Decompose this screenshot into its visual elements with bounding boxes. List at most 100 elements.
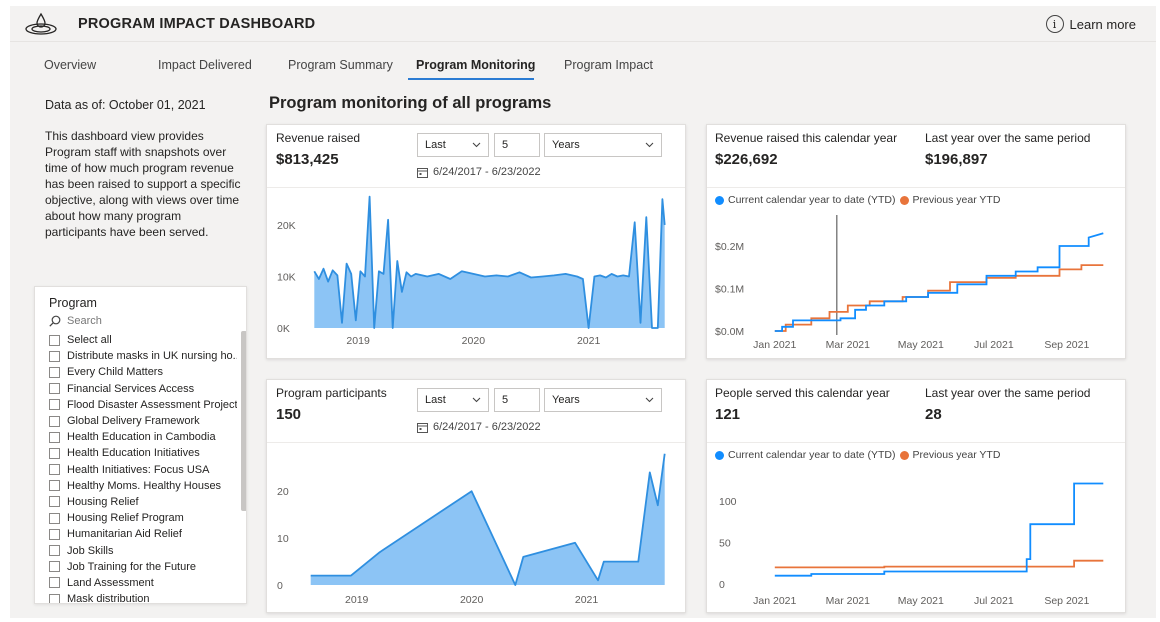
- chevron-down-icon: [472, 397, 481, 403]
- slicer-item-label: Every Child Matters: [67, 366, 163, 379]
- learn-more-label: Learn more: [1069, 16, 1136, 32]
- slicer-item[interactable]: Job Skills: [49, 542, 237, 558]
- checkbox[interactable]: [49, 334, 60, 346]
- slicer-item[interactable]: Humanitarian Aid Relief: [49, 526, 237, 542]
- revenue-prev-label: Last year over the same period: [925, 131, 1091, 145]
- people-ytd-card: People served this calendar year 121 Las…: [706, 379, 1126, 613]
- data-as-of: Data as of: October 01, 2021: [45, 98, 206, 112]
- slicer-item[interactable]: Every Child Matters: [49, 364, 237, 380]
- search-placeholder: Search: [67, 315, 102, 327]
- app-window: PROGRAM IMPACT DASHBOARD i Learn more Ov…: [10, 6, 1156, 618]
- y-tick-label: $0.1M: [715, 284, 744, 296]
- learn-more-button[interactable]: i Learn more: [1045, 13, 1136, 35]
- legend-current-marker: [715, 450, 724, 460]
- checkbox[interactable]: [49, 464, 60, 476]
- slicer-item-label: Healthy Moms. Healthy Houses: [67, 479, 222, 492]
- legend-current-label: Current calendar year to date (YTD): [728, 194, 896, 206]
- x-tick-label: Jul 2021: [974, 339, 1014, 351]
- checkbox[interactable]: [49, 350, 60, 362]
- slicer-list: Select all Distribute masks in UK nursing…: [49, 332, 237, 604]
- slicer-item[interactable]: Distribute masks in UK nursing ho...: [49, 348, 237, 364]
- slicer-scrollbar[interactable]: [241, 331, 246, 511]
- period-count-input[interactable]: 5: [494, 133, 540, 157]
- tab-impact-delivered[interactable]: Impact Delivered: [158, 58, 252, 72]
- revenue-ytd-line-chart: $0.0M $0.1M $0.2M Jan 2021 Mar 2021 May 2021 J…: [715, 215, 1104, 351]
- revenue-ytd-card: Revenue raised this calendar year $226,6…: [706, 124, 1126, 359]
- revenue-value: $813,425: [276, 151, 339, 168]
- date-range-text: 6/24/2017 - 6/23/2022: [433, 166, 541, 178]
- date-range: 6/24/2017 - 6/23/2022: [417, 166, 541, 178]
- checkbox[interactable]: [49, 593, 60, 603]
- chart-legend: Current calendar year to date (YTD) Prev…: [715, 449, 1000, 461]
- info-icon: i: [1045, 15, 1064, 33]
- period-unit-dropdown[interactable]: Years: [544, 388, 662, 412]
- period-mode-value: Last: [425, 394, 446, 406]
- slicer-item-label: Mask distribution: [67, 593, 150, 604]
- checkbox[interactable]: [49, 561, 60, 573]
- tab-overview[interactable]: Overview: [44, 58, 96, 72]
- checkbox[interactable]: [49, 512, 60, 524]
- checkbox[interactable]: [49, 480, 60, 492]
- tab-program-monitoring[interactable]: Program Monitoring: [416, 58, 535, 72]
- participants-label: Program participants: [276, 386, 387, 400]
- people-ytd-label: People served this calendar year: [715, 386, 890, 400]
- series-line: [774, 559, 1104, 569]
- people-prev-label: Last year over the same period: [925, 386, 1091, 400]
- legend-previous-marker: [899, 195, 909, 205]
- slicer-item-label: Global Delivery Framework: [67, 415, 200, 428]
- tab-program-impact[interactable]: Program Impact: [564, 58, 653, 72]
- y-tick-label: $0.2M: [715, 241, 744, 253]
- slicer-item[interactable]: Global Delivery Framework: [49, 413, 237, 429]
- revenue-ytd-value: $226,692: [715, 151, 778, 168]
- period-mode-value: Last: [425, 139, 446, 151]
- y-tick-label: 10K: [277, 271, 296, 283]
- slicer-item[interactable]: Mask distribution: [49, 591, 237, 604]
- slicer-item[interactable]: Financial Services Access: [49, 381, 237, 397]
- slicer-item-label: Housing Relief Program: [67, 512, 184, 525]
- checkbox[interactable]: [49, 415, 60, 427]
- checkbox[interactable]: [49, 399, 60, 411]
- date-range: 6/24/2017 - 6/23/2022: [417, 421, 541, 433]
- checkbox[interactable]: [49, 496, 60, 508]
- slicer-item[interactable]: Land Assessment: [49, 575, 237, 591]
- checkbox[interactable]: [49, 383, 60, 395]
- x-tick-label: May 2021: [898, 339, 944, 351]
- period-mode-dropdown[interactable]: Last: [417, 388, 489, 412]
- slicer-item-label: Humanitarian Aid Relief: [67, 528, 182, 541]
- slicer-item-label: Health Education Initiatives: [67, 447, 200, 460]
- slicer-item[interactable]: Flood Disaster Assessment Project: [49, 397, 237, 413]
- checkbox[interactable]: [49, 577, 60, 589]
- checkbox[interactable]: [49, 447, 60, 459]
- checkbox[interactable]: [49, 431, 60, 443]
- slicer-title: Program: [49, 296, 97, 310]
- slicer-item[interactable]: Housing Relief: [49, 494, 237, 510]
- revenue-prev-value: $196,897: [925, 151, 988, 168]
- revenue-raised-card: Revenue raised $813,425 Last 5 Years 6/2…: [266, 124, 686, 359]
- tab-program-summary[interactable]: Program Summary: [288, 58, 393, 72]
- area-fill: [314, 196, 665, 328]
- y-tick-label: 20: [277, 486, 289, 498]
- period-unit-dropdown[interactable]: Years: [544, 133, 662, 157]
- slicer-item-label: Land Assessment: [67, 576, 154, 589]
- slicer-item-label: Job Training for the Future: [67, 560, 197, 573]
- legend-previous-label: Previous year YTD: [912, 194, 1001, 206]
- period-mode-dropdown[interactable]: Last: [417, 133, 489, 157]
- slicer-item-label: Flood Disaster Assessment Project: [67, 398, 237, 411]
- checkbox[interactable]: [49, 366, 60, 378]
- slicer-item[interactable]: Health Education Initiatives: [49, 445, 237, 461]
- checkbox[interactable]: [49, 528, 60, 540]
- slicer-item[interactable]: Healthy Moms. Healthy Houses: [49, 478, 237, 494]
- slicer-item[interactable]: Housing Relief Program: [49, 510, 237, 526]
- y-tick-label: $0.0M: [715, 326, 744, 338]
- slicer-item[interactable]: Health Education in Cambodia: [49, 429, 237, 445]
- slicer-item[interactable]: Select all: [49, 332, 237, 348]
- slicer-search[interactable]: Search: [49, 313, 239, 329]
- slicer-item[interactable]: Job Training for the Future: [49, 559, 237, 575]
- x-tick-label: Mar 2021: [826, 595, 871, 607]
- revenue-area-chart: 0K 10K 20K 2019 2020 2021: [277, 195, 666, 347]
- chevron-down-icon: [472, 142, 481, 148]
- checkbox[interactable]: [49, 545, 60, 557]
- slicer-item[interactable]: Health Initiatives: Focus USA: [49, 462, 237, 478]
- period-count-input[interactable]: 5: [494, 388, 540, 412]
- x-tick-label: Sep 2021: [1044, 339, 1089, 351]
